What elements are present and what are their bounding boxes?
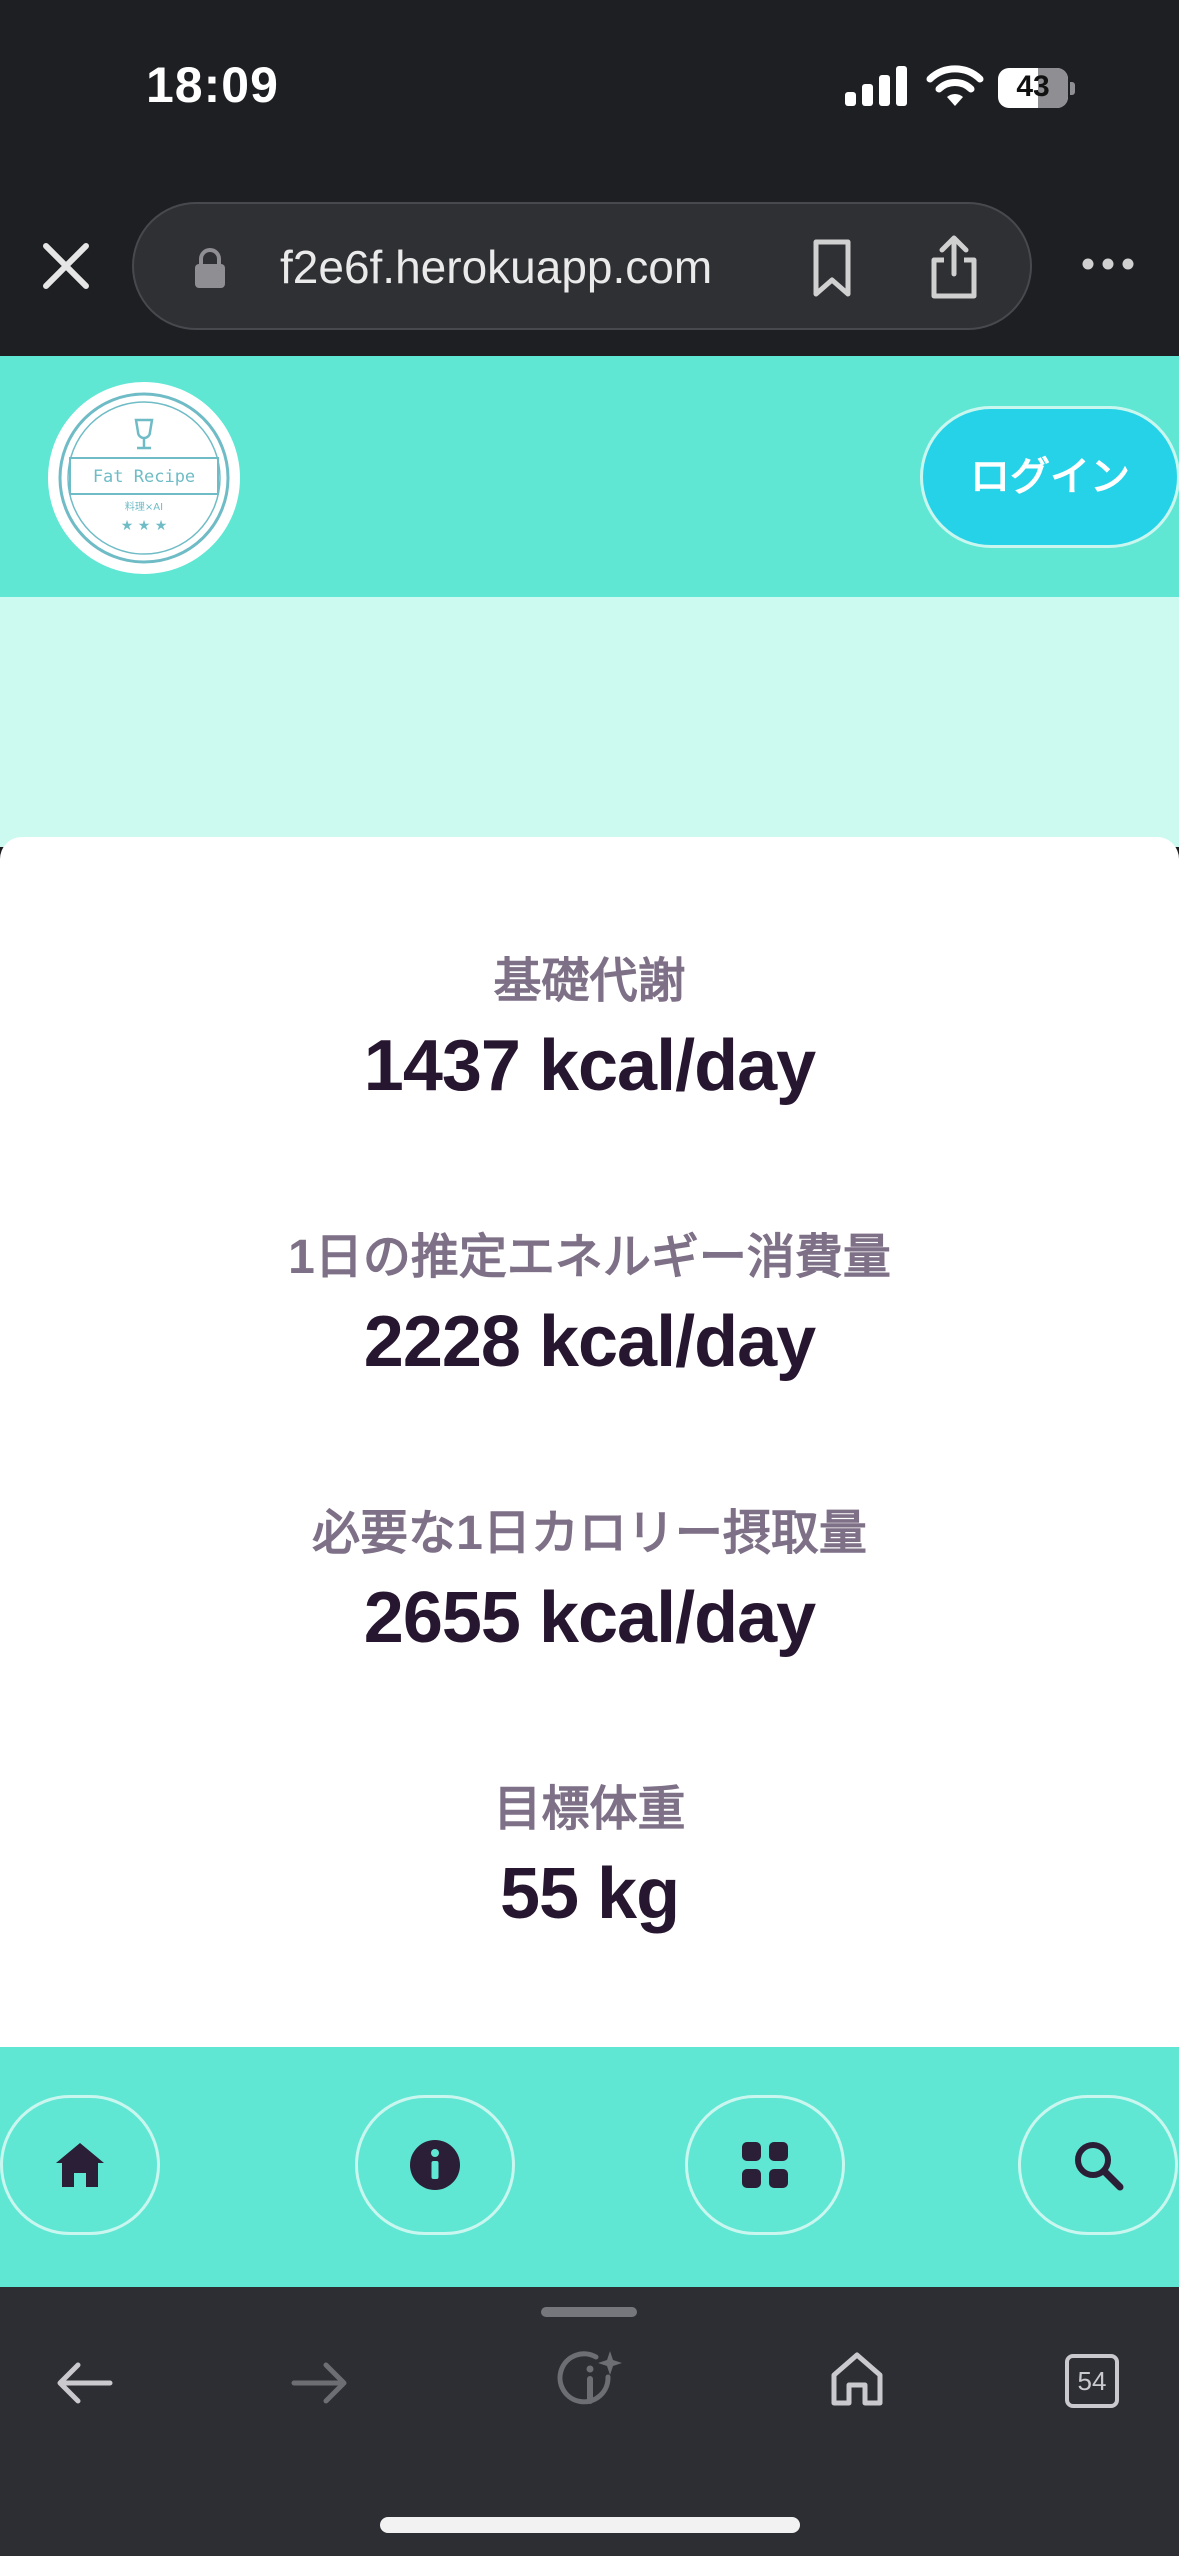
stats-card: 基礎代謝 1437 kcal/day 1日の推定エネルギー消費量 2228 kc…: [0, 837, 1179, 2047]
url-text: f2e6f.herokuapp.com: [280, 241, 713, 293]
grid-icon: [742, 2142, 788, 2188]
info-icon: [410, 2140, 460, 2190]
stat-daily-energy-expenditure: 1日の推定エネルギー消費量 2228 kcal/day: [0, 1217, 1179, 1383]
nav-info-button[interactable]: [355, 2095, 515, 2235]
stat-value: 2655 kcal/day: [363, 1578, 816, 1658]
hero-banner: [0, 597, 1179, 847]
login-button[interactable]: ログイン: [920, 406, 1179, 548]
stat-label: 1日の推定エネルギー消費量: [288, 1231, 891, 1284]
nav-search-button[interactable]: [1018, 2095, 1178, 2235]
nav-grid-button[interactable]: [685, 2095, 845, 2235]
stat-value: 2228 kcal/day: [363, 1302, 816, 1382]
stat-bmr: 基礎代謝 1437 kcal/day: [0, 941, 1179, 1107]
cellular-signal-icon: [845, 66, 907, 106]
tab-count: 54: [1078, 2366, 1107, 2396]
home-indicator[interactable]: [380, 2517, 800, 2533]
browser-toolbar: 54: [0, 2287, 1179, 2556]
site-logo[interactable]: Fat Recipe 料理×AI ★ ★ ★: [48, 382, 240, 574]
bookmark-icon[interactable]: [802, 236, 862, 300]
home-icon: [56, 2143, 104, 2187]
browser-address-bar: f2e6f.herokuapp.com: [0, 180, 1179, 356]
back-arrow-icon[interactable]: [52, 2357, 114, 2409]
stat-required-calorie-intake: 必要な1日カロリー摂取量 2655 kcal/day: [0, 1493, 1179, 1659]
stat-label: 基礎代謝: [493, 955, 686, 1008]
search-icon: [1075, 2142, 1124, 2191]
status-time: 18:09: [146, 57, 279, 113]
battery-icon: 43: [998, 68, 1076, 108]
page-info-icon[interactable]: [556, 2347, 626, 2417]
stat-label: 目標体重: [493, 1783, 686, 1836]
logo-badge: Fat Recipe 料理×AI ★ ★ ★: [58, 392, 230, 564]
forward-arrow-icon[interactable]: [290, 2357, 352, 2409]
share-icon[interactable]: [924, 232, 984, 302]
lock-icon: [195, 248, 225, 288]
status-bar: 18:09 43: [0, 0, 1179, 180]
stat-label: 必要な1日カロリー摂取量: [312, 1507, 867, 1560]
battery-percent: 43: [1016, 70, 1050, 103]
site-header: Fat Recipe 料理×AI ★ ★ ★ ログイン: [0, 356, 1179, 597]
close-icon[interactable]: [36, 236, 96, 296]
logo-subtitle: 料理×AI: [125, 500, 163, 513]
stat-value: 1437 kcal/day: [363, 1026, 816, 1106]
stat-value: 55 kg: [499, 1854, 680, 1934]
home-icon[interactable]: [830, 2351, 884, 2407]
sheet-grabber[interactable]: [541, 2307, 637, 2317]
tabs-icon[interactable]: 54: [1064, 2353, 1120, 2409]
more-icon[interactable]: [1080, 252, 1136, 276]
logo-stars: ★ ★ ★: [121, 518, 168, 534]
stat-target-weight: 目標体重 55 kg: [0, 1769, 1179, 1935]
wifi-icon: [926, 65, 984, 106]
app-bottom-nav: [0, 2047, 1179, 2287]
logo-title: Fat Recipe: [93, 467, 195, 487]
nav-home-button[interactable]: [0, 2095, 160, 2235]
url-field[interactable]: f2e6f.herokuapp.com: [132, 202, 1032, 330]
